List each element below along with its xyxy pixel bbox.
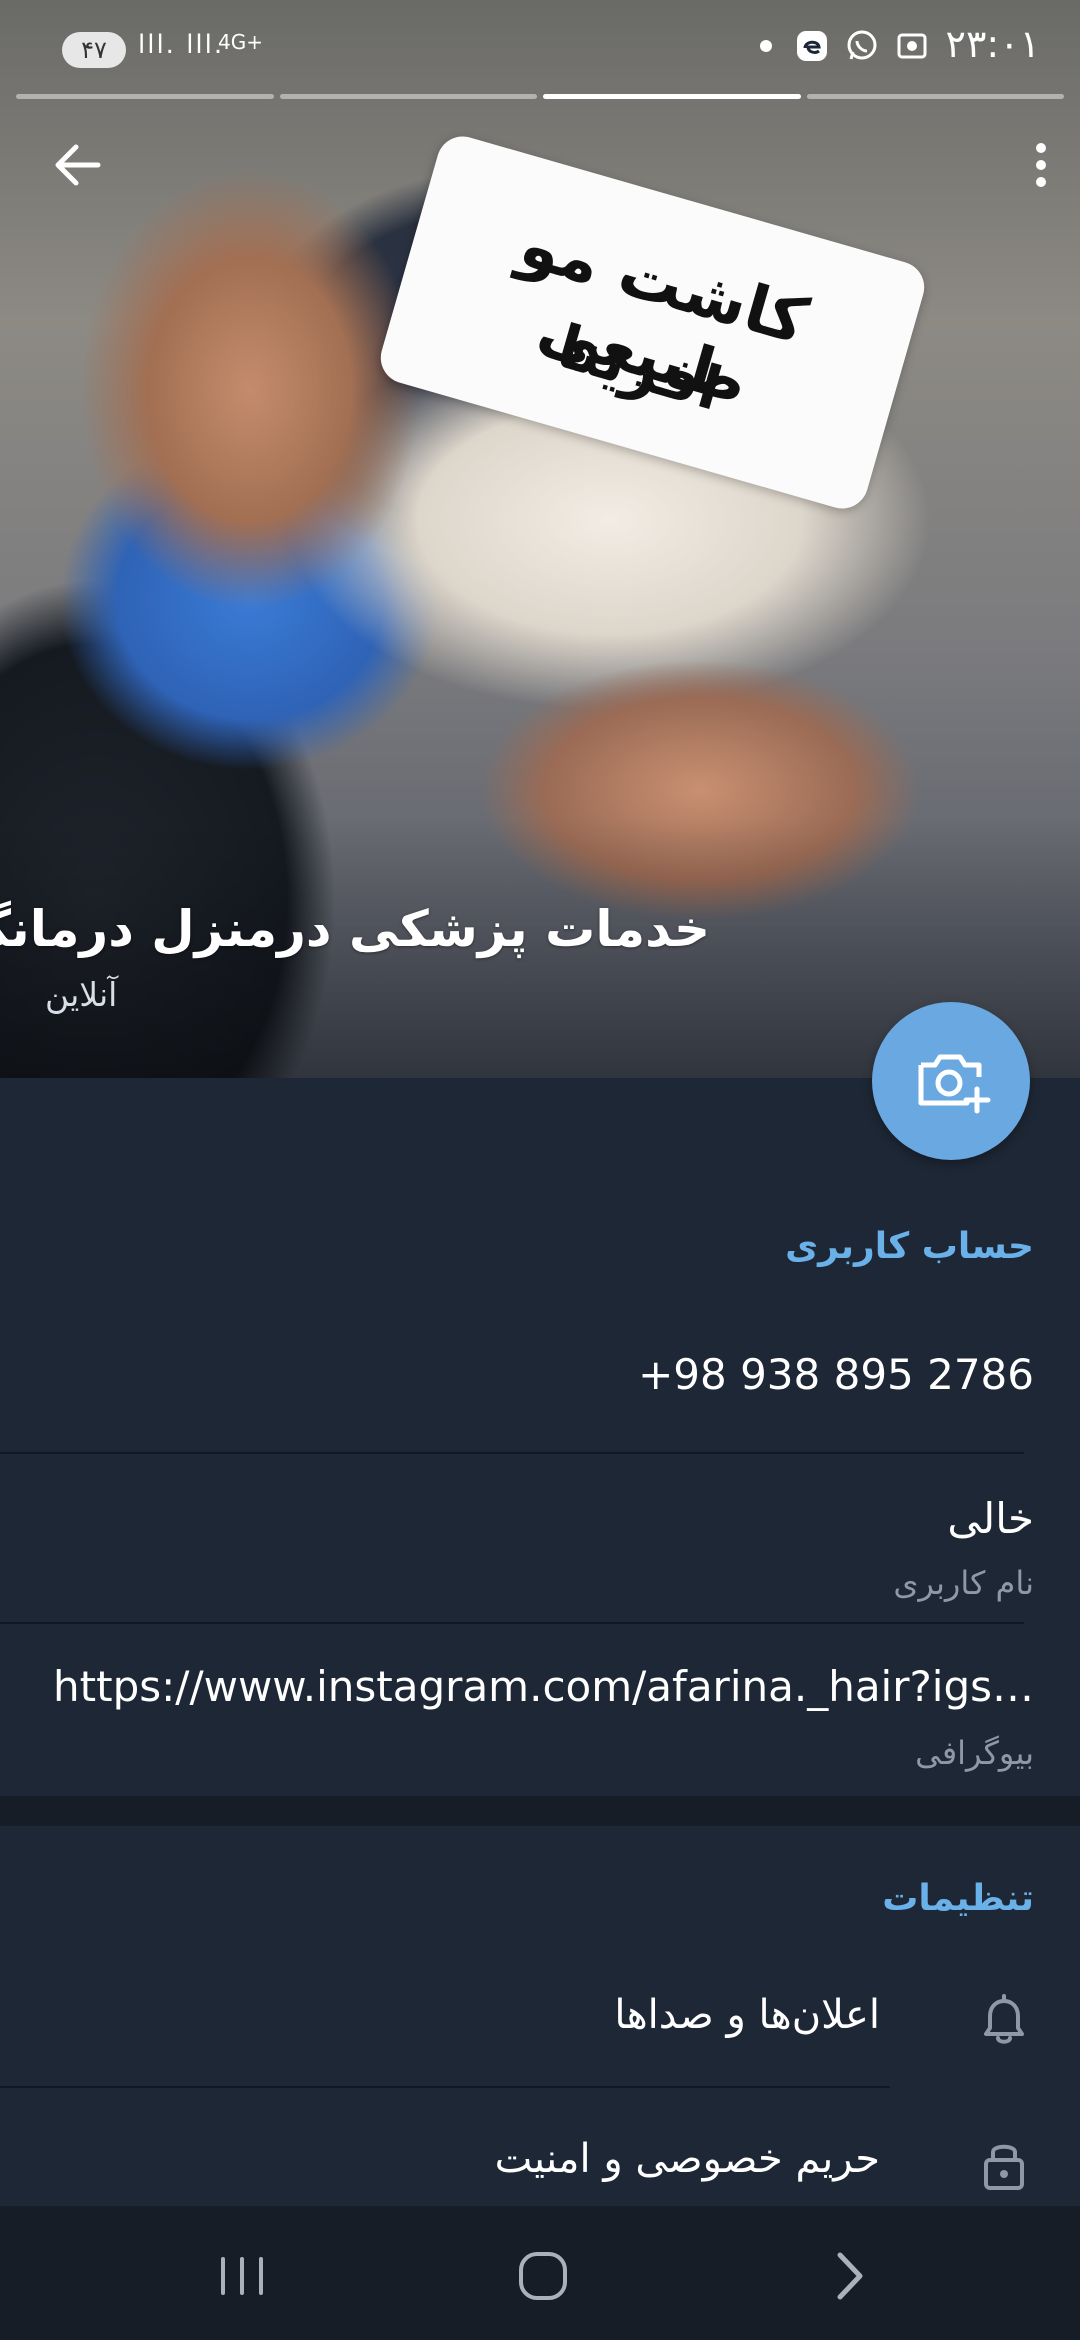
- profile-name: خدمات پزشکی درمنزل درمانگر: [0, 900, 710, 958]
- home-icon[interactable]: [508, 2241, 578, 2311]
- settings-section-title: تنظیمات: [882, 1878, 1034, 1919]
- notification-dot-icon: [760, 40, 772, 52]
- signal-icon: lll. lll.: [138, 30, 225, 60]
- whatsapp-icon: [847, 30, 877, 60]
- back-arrow-icon[interactable]: [48, 135, 108, 195]
- status-bar: ۴۷ lll. lll. 4G+ ۲۳:۰۱: [0, 0, 1080, 96]
- photo-sticker: کاشت مو طبیعی افرینا: [374, 130, 931, 515]
- section-separator: [0, 1796, 1080, 1826]
- lock-icon: [984, 2144, 1024, 2190]
- recent-apps-icon[interactable]: [207, 2241, 277, 2311]
- story-segment: [279, 94, 537, 99]
- story-progress: [16, 94, 1064, 100]
- settings-item-label: حریم خصوصی و امنیت: [494, 2136, 880, 2182]
- account-section: حساب کاربری +98 938 895 2786 خالی نام کا…: [0, 1078, 1080, 1796]
- status-icons: [760, 28, 930, 64]
- settings-item-label: اعلان‌ها و صداها: [614, 1992, 880, 2038]
- screen-record-icon: [897, 33, 927, 59]
- add-camera-icon: [918, 1054, 991, 1114]
- username-value: خالی: [947, 1494, 1034, 1543]
- back-icon[interactable]: [812, 2241, 882, 2311]
- bio-caption: بیوگرافی: [915, 1734, 1034, 1772]
- set-photo-button[interactable]: [872, 1002, 1030, 1160]
- username-caption: نام کاربری: [893, 1564, 1034, 1602]
- bell-icon: [984, 1994, 1024, 2044]
- story-segment: [16, 94, 274, 99]
- clock: ۲۳:۰۱: [945, 22, 1040, 66]
- username-row[interactable]: خالی نام کاربری: [0, 1454, 1080, 1622]
- settings-item-notifications[interactable]: اعلان‌ها و صداها: [0, 1946, 1080, 2088]
- bio-row[interactable]: https://www.instagram.com/afarina._hair?…: [0, 1624, 1080, 1794]
- battery-indicator: ۴۷: [62, 32, 126, 68]
- settings-section: تنظیمات اعلان‌ها و صداها حریم خصوصی و ام…: [0, 1826, 1080, 2206]
- system-nav-bar: [0, 2206, 1080, 2340]
- story-segment-active: [543, 94, 801, 99]
- phone-row[interactable]: +98 938 895 2786: [0, 1258, 1080, 1454]
- more-menu-icon[interactable]: [1026, 135, 1056, 195]
- story-segment: [806, 94, 1064, 99]
- online-status: آنلاین: [45, 975, 118, 1014]
- settings-item-privacy[interactable]: حریم خصوصی و امنیت: [0, 2088, 1080, 2206]
- network-type: 4G+: [218, 30, 263, 54]
- bio-value: https://www.instagram.com/afarina._hair?…: [53, 1662, 1034, 1711]
- edge-browser-icon: [797, 31, 827, 61]
- phone-number: +98 938 895 2786: [638, 1350, 1034, 1399]
